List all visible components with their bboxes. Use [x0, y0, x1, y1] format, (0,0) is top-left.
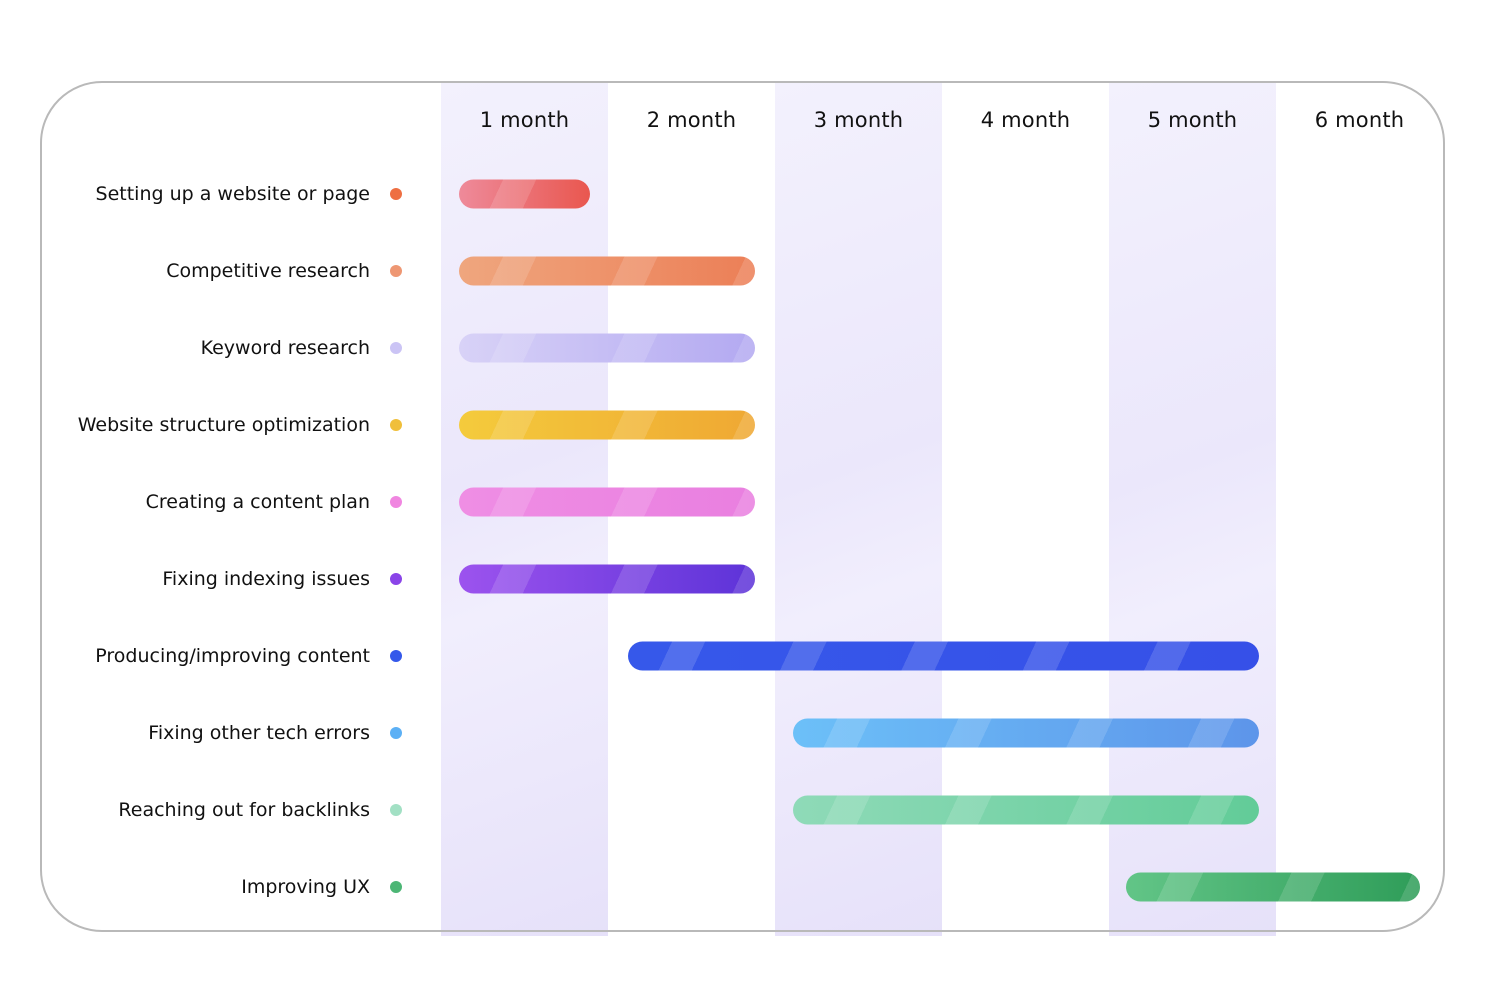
legend-dot-icon [390, 419, 402, 431]
task-label: Improving UX [241, 876, 370, 898]
month-column-header: 6 month [1314, 108, 1405, 132]
task-label: Setting up a website or page [95, 183, 370, 205]
task-label: Fixing other tech errors [148, 722, 370, 744]
task-bar [1125, 872, 1420, 902]
legend-dot-icon [390, 573, 402, 585]
task-bar [459, 179, 590, 209]
month-column-header: 3 month [813, 108, 904, 132]
legend-dot-icon [390, 881, 402, 893]
legend-dot-icon [390, 188, 402, 200]
task-bar [459, 410, 755, 440]
task-label: Competitive research [166, 260, 370, 282]
legend-dot-icon [390, 650, 402, 662]
month-column-header: 4 month [980, 108, 1071, 132]
legend-dot-icon [390, 727, 402, 739]
task-bar [628, 641, 1260, 671]
task-bar [459, 256, 755, 286]
task-bar [459, 333, 755, 363]
legend-dot-icon [390, 804, 402, 816]
task-label: Reaching out for backlinks [118, 799, 370, 821]
legend-dot-icon [390, 265, 402, 277]
month-column-header: 1 month [479, 108, 570, 132]
task-bar [793, 718, 1260, 748]
task-label: Website structure optimization [77, 414, 370, 436]
task-label: Creating a content plan [145, 491, 370, 513]
task-label: Keyword research [200, 337, 370, 359]
month-column-header: 5 month [1147, 108, 1238, 132]
task-bar [459, 487, 755, 517]
month-column-band [1276, 83, 1443, 936]
legend-dot-icon [390, 342, 402, 354]
task-bar [793, 795, 1260, 825]
task-bar [459, 564, 755, 594]
month-column-header: 2 month [646, 108, 737, 132]
task-label: Producing/improving content [95, 645, 370, 667]
task-label: Fixing indexing issues [162, 568, 370, 590]
legend-dot-icon [390, 496, 402, 508]
